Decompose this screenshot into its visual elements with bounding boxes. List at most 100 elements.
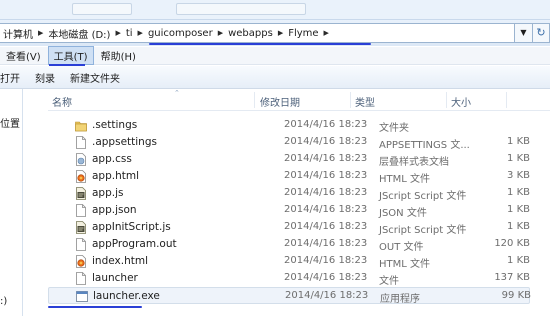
file-row[interactable]: .appsettings 2014/4/16 18:23 APPSETTINGS 文…: [48, 134, 530, 151]
file-type: JScript Script 文件: [379, 191, 467, 202]
title-area: [0, 0, 550, 20]
file-modified-date: 2014/4/16 18:23: [284, 119, 368, 130]
breadcrumb-flyme[interactable]: Flyme: [285, 28, 321, 39]
menu-tools[interactable]: 工具(T): [47, 46, 94, 65]
file-size: 3 KB: [507, 170, 530, 181]
generic-file-icon: [75, 204, 87, 217]
menu-bar: 查看(V) 工具(T) 帮助(H): [0, 46, 550, 65]
file-row[interactable]: app.js 2014/4/16 18:23 JScript Script 文件 1 …: [48, 185, 530, 202]
nav-item-drive[interactable]: :): [0, 296, 7, 307]
generic-file-icon: [75, 272, 87, 285]
file-name: appInitScript.js: [92, 221, 171, 233]
file-modified-date: 2014/4/16 18:23: [284, 170, 368, 181]
breadcrumb-chevron-icon[interactable]: ▶: [276, 29, 285, 37]
address-bar[interactable]: 计算机 ▶ 本地磁盘 (D:) ▶ ti ▶ guicomposer ▶ web…: [0, 23, 515, 43]
file-modified-date: 2014/4/16 18:23: [284, 187, 368, 198]
breadcrumb-chevron-icon[interactable]: ▶: [216, 29, 225, 37]
file-name: launcher.exe: [93, 290, 160, 302]
file-name: .settings: [92, 119, 138, 131]
file-name: .appsettings: [92, 136, 157, 148]
column-header-name[interactable]: 名称: [52, 94, 72, 109]
file-row[interactable]: app.css 2014/4/16 18:23 层叠样式表文档 1 KB: [48, 151, 530, 168]
file-size: 1 KB: [507, 204, 530, 215]
breadcrumb-chevron-icon[interactable]: ▶: [113, 29, 122, 37]
file-name: app.css: [92, 153, 132, 165]
file-row[interactable]: appProgram.out 2014/4/16 18:23 OUT 文件 120 K…: [48, 236, 530, 253]
new-folder-button[interactable]: 新建文件夹: [70, 70, 135, 85]
command-bar: 打开 刻录 新建文件夹: [0, 66, 550, 89]
breadcrumb-chevron-icon[interactable]: ▶: [36, 29, 45, 37]
column-header-type[interactable]: 类型: [355, 94, 375, 109]
breadcrumb-guicomposer[interactable]: guicomposer: [145, 28, 216, 39]
breadcrumb-computer[interactable]: 计算机: [0, 26, 36, 41]
file-name: app.html: [92, 170, 140, 182]
menu-view[interactable]: 查看(V): [0, 46, 47, 65]
js-file-icon: [75, 221, 87, 234]
html-file-icon: [75, 255, 87, 268]
file-modified-date: 2014/4/16 18:23: [285, 290, 369, 301]
file-modified-date: 2014/4/16 18:23: [284, 272, 368, 283]
file-size: 1 KB: [507, 221, 530, 232]
file-row[interactable]: .settings 2014/4/16 18:23 文件夹: [48, 117, 530, 134]
column-divider[interactable]: [506, 92, 507, 108]
file-name: app.js: [92, 187, 124, 199]
address-dropdown-icon[interactable]: ▼: [515, 23, 533, 43]
annotation-underline: [48, 306, 142, 308]
file-size: 99 KB: [501, 290, 531, 301]
nav-item-locations[interactable]: 位置: [0, 115, 20, 130]
file-size: 120 KB: [494, 238, 530, 249]
file-row[interactable]: appInitScript.js 2014/4/16 18:23 JScript S…: [48, 219, 530, 236]
file-modified-date: 2014/4/16 18:23: [284, 204, 368, 215]
file-list[interactable]: ⌃ 名称 修改日期 类型 大小 .settings 2014/4/16 18:23…: [24, 89, 550, 316]
file-name: launcher: [92, 272, 138, 284]
breadcrumb-chevron-icon[interactable]: ▶: [136, 29, 145, 37]
column-header-date[interactable]: 修改日期: [260, 94, 300, 109]
file-type: JScript Script 文件: [379, 225, 467, 236]
file-row[interactable]: app.html 2014/4/16 18:23 HTML 文件 3 KB: [48, 168, 530, 185]
css-file-icon: [75, 153, 87, 166]
file-name: appProgram.out: [92, 238, 177, 250]
file-name: app.json: [92, 204, 137, 216]
breadcrumb-webapps[interactable]: webapps: [225, 28, 276, 39]
breadcrumb-drive-d[interactable]: 本地磁盘 (D:): [45, 26, 113, 41]
column-header-row: ⌃ 名称 修改日期 类型 大小: [48, 89, 550, 111]
html-file-icon: [75, 170, 87, 183]
folder-icon: [75, 119, 87, 132]
open-button[interactable]: 打开: [0, 70, 35, 85]
column-divider[interactable]: [350, 92, 351, 108]
file-type: 文件夹: [379, 123, 409, 134]
file-name: index.html: [92, 255, 148, 267]
generic-file-icon: [75, 238, 87, 251]
refresh-icon[interactable]: ↻: [533, 23, 550, 43]
column-divider[interactable]: [254, 92, 255, 108]
file-modified-date: 2014/4/16 18:23: [284, 255, 368, 266]
file-size: 1 KB: [507, 187, 530, 198]
file-row[interactable]: app.json 2014/4/16 18:23 JSON 文件 1 KB: [48, 202, 530, 219]
navigation-pane[interactable]: 位置 :): [0, 89, 23, 316]
file-type: JSON 文件: [379, 208, 427, 219]
title-ghost-control: [72, 3, 132, 15]
column-header-size[interactable]: 大小: [451, 94, 471, 109]
file-row[interactable]: launcher 2014/4/16 18:23 文件 137 KB: [48, 270, 530, 287]
burn-button[interactable]: 刻录: [35, 70, 70, 85]
sort-arrow-icon: ⌃: [174, 89, 180, 97]
exe-file-icon: [76, 290, 88, 303]
file-type: 应用程序: [380, 294, 420, 305]
file-size: 137 KB: [494, 272, 530, 283]
file-row[interactable]: index.html 2014/4/16 18:23 HTML 文件 1 KB: [48, 253, 530, 270]
breadcrumb-ti[interactable]: ti: [123, 28, 136, 39]
column-divider[interactable]: [446, 92, 447, 108]
file-modified-date: 2014/4/16 18:23: [284, 153, 368, 164]
file-modified-date: 2014/4/16 18:23: [284, 221, 368, 232]
js-file-icon: [75, 187, 87, 200]
menu-help[interactable]: 帮助(H): [95, 46, 142, 65]
file-type: HTML 文件: [379, 259, 431, 270]
file-size: 1 KB: [507, 153, 530, 164]
file-type: 层叠样式表文档: [379, 157, 449, 168]
annotation-underline: [149, 43, 371, 45]
file-type: HTML 文件: [379, 174, 431, 185]
file-modified-date: 2014/4/16 18:23: [284, 238, 368, 249]
file-size: 1 KB: [507, 255, 530, 266]
file-row[interactable]: launcher.exe 2014/4/16 18:23 应用程序 99 KB: [48, 287, 531, 305]
breadcrumb-chevron-icon[interactable]: ▶: [322, 29, 331, 37]
